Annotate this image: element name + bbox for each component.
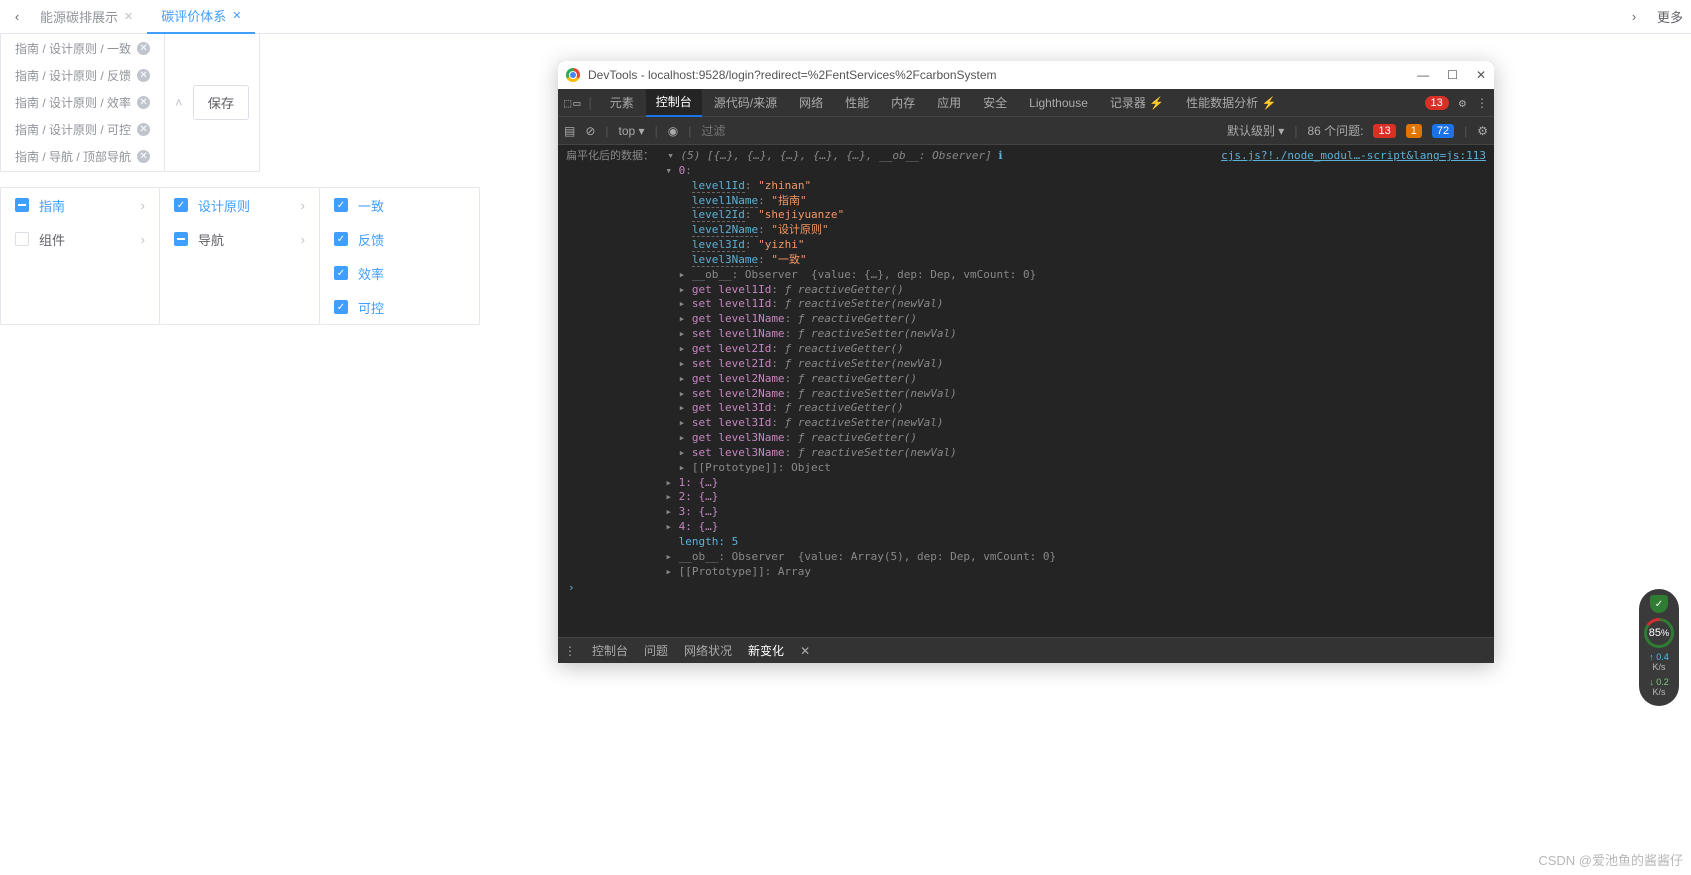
tab-sources[interactable]: 源代码/来源: [704, 89, 787, 117]
selected-tags: 指南 / 设计原则 / 一致✕ 指南 / 设计原则 / 反馈✕ 指南 / 设计原…: [0, 34, 165, 172]
device-icon[interactable]: ▭: [573, 96, 580, 110]
cascader-item-fankui[interactable]: 反馈: [320, 222, 479, 256]
collapse-icon[interactable]: ˄: [175, 95, 183, 110]
issues-label: 86 个问题:: [1307, 122, 1363, 139]
tag-remove-icon[interactable]: ✕: [137, 69, 150, 82]
tag-item: 指南 / 导航 / 顶部导航✕: [9, 146, 156, 167]
tab-lighthouse[interactable]: Lighthouse: [1019, 89, 1098, 117]
eye-icon[interactable]: ◉: [668, 124, 678, 138]
maximize-icon[interactable]: ☐: [1447, 68, 1458, 82]
tag-remove-icon[interactable]: ✕: [137, 150, 150, 163]
chevron-right-icon: ›: [301, 198, 305, 213]
clear-icon[interactable]: ⊘: [585, 124, 595, 138]
tab-security[interactable]: 安全: [973, 89, 1017, 117]
settings-icon[interactable]: ⚙: [1477, 124, 1488, 138]
devtools-titlebar[interactable]: DevTools - localhost:9528/login?redirect…: [558, 61, 1494, 89]
close-icon[interactable]: ✕: [1476, 68, 1486, 82]
cascader-item-guide[interactable]: 指南›: [1, 188, 159, 222]
checkbox-icon[interactable]: [174, 198, 188, 212]
window-title: DevTools - localhost:9528/login?redirect…: [588, 68, 997, 82]
tag-item: 指南 / 设计原则 / 一致✕: [9, 38, 156, 59]
drawer-tab-changes[interactable]: 新变化: [748, 642, 784, 659]
console-prompt[interactable]: ›: [566, 579, 1486, 596]
more-button[interactable]: 更多: [1657, 7, 1683, 26]
page-tabs: ‹ 能源碳排展示 ✕ 碳评价体系 ✕ › 更多: [0, 0, 1691, 34]
chevron-right-icon: ›: [301, 232, 305, 247]
checkbox-icon[interactable]: [15, 198, 29, 212]
source-link[interactable]: cjs.js?!./node_modul…-script&lang=js:113: [1221, 149, 1486, 164]
checkbox-icon[interactable]: [174, 232, 188, 246]
tag-item: 指南 / 设计原则 / 反馈✕: [9, 65, 156, 86]
checkbox-icon[interactable]: [334, 198, 348, 212]
tab-carbon[interactable]: 碳评价体系 ✕: [147, 0, 255, 34]
tab-memory[interactable]: 内存: [881, 89, 925, 117]
tab-label: 能源碳排展示: [40, 7, 118, 26]
checkbox-icon[interactable]: [334, 232, 348, 246]
tab-network[interactable]: 网络: [789, 89, 833, 117]
checkbox-icon[interactable]: [15, 232, 29, 246]
more-icon[interactable]: ⋮: [564, 644, 576, 658]
cascader-item-nav[interactable]: 导航›: [160, 222, 319, 256]
tab-perfinsights[interactable]: 性能数据分析 ⚡: [1176, 89, 1286, 117]
perf-ring: 85%: [1644, 618, 1674, 648]
context-selector[interactable]: top ▾: [619, 124, 645, 138]
devtools-window: DevTools - localhost:9528/login?redirect…: [558, 61, 1494, 663]
more-icon[interactable]: ⋮: [1476, 96, 1488, 110]
close-icon[interactable]: ✕: [124, 10, 133, 23]
console-toolbar: ▤ ⊘ | top ▾ | ◉ | 默认级别 ▾ | 86 个问题: 13 1 …: [558, 117, 1494, 145]
sidebar-icon[interactable]: ▤: [564, 124, 575, 138]
warn-badge[interactable]: 1: [1406, 124, 1422, 138]
tag-remove-icon[interactable]: ✕: [137, 96, 150, 109]
shield-icon: ✓: [1650, 595, 1668, 613]
level-selector[interactable]: 默认级别 ▾: [1227, 122, 1284, 139]
error-count-badge[interactable]: 13: [1425, 96, 1449, 110]
checkbox-icon[interactable]: [334, 266, 348, 280]
inspect-icon[interactable]: ⬚: [564, 96, 571, 110]
info-badge[interactable]: 72: [1432, 124, 1454, 138]
cascader-item-yizhi[interactable]: 一致: [320, 188, 479, 222]
error-badge[interactable]: 13: [1373, 124, 1395, 138]
console-output[interactable]: 扁平化后的数据： ▾ (5) [{…}, {…}, {…}, {…}, {…},…: [558, 145, 1494, 637]
filter-input[interactable]: [701, 124, 1061, 138]
tab-performance[interactable]: 性能: [835, 89, 879, 117]
tabs-prev[interactable]: ‹: [8, 0, 26, 34]
close-icon[interactable]: ✕: [800, 644, 810, 658]
tab-recorder[interactable]: 记录器 ⚡: [1100, 89, 1174, 117]
cascader-item-design[interactable]: 设计原则›: [160, 188, 319, 222]
tab-application[interactable]: 应用: [927, 89, 971, 117]
devtools-menubar: ⬚ ▭ | 元素 控制台 源代码/来源 网络 性能 内存 应用 安全 Light…: [558, 89, 1494, 117]
tab-elements[interactable]: 元素: [600, 89, 644, 117]
minimize-icon[interactable]: —: [1417, 68, 1429, 82]
chevron-right-icon: ›: [141, 198, 145, 213]
tag-item: 指南 / 设计原则 / 效率✕: [9, 92, 156, 113]
tag-remove-icon[interactable]: ✕: [137, 123, 150, 136]
tab-energy[interactable]: 能源碳排展示 ✕: [26, 0, 147, 34]
tab-console[interactable]: 控制台: [646, 89, 702, 117]
save-button[interactable]: 保存: [193, 85, 250, 120]
cascader-item-xiaolv[interactable]: 效率: [320, 256, 479, 290]
watermark: CSDN @爱池鱼的酱酱仔: [1538, 850, 1683, 869]
cascader-item-component[interactable]: 组件›: [1, 222, 159, 256]
checkbox-icon[interactable]: [334, 300, 348, 314]
tag-item: 指南 / 设计原则 / 可控✕: [9, 119, 156, 140]
drawer-tab-network[interactable]: 网络状况: [684, 642, 732, 659]
perf-widget[interactable]: ✓ 85% ↑ 0.4K/s ↓ 0.2K/s: [1639, 589, 1679, 706]
drawer-tab-issues[interactable]: 问题: [644, 642, 668, 659]
tag-remove-icon[interactable]: ✕: [137, 42, 150, 55]
chevron-right-icon: ›: [141, 232, 145, 247]
drawer-tabs: ⋮ 控制台 问题 网络状况 新变化 ✕: [558, 637, 1494, 663]
tabs-next[interactable]: ›: [1625, 0, 1643, 34]
chrome-icon: [566, 68, 580, 82]
cascader-item-kekong[interactable]: 可控: [320, 290, 479, 324]
tab-label: 碳评价体系: [161, 6, 226, 25]
drawer-tab-console[interactable]: 控制台: [592, 642, 628, 659]
settings-icon[interactable]: ⚙: [1459, 96, 1466, 110]
close-icon[interactable]: ✕: [232, 9, 241, 22]
